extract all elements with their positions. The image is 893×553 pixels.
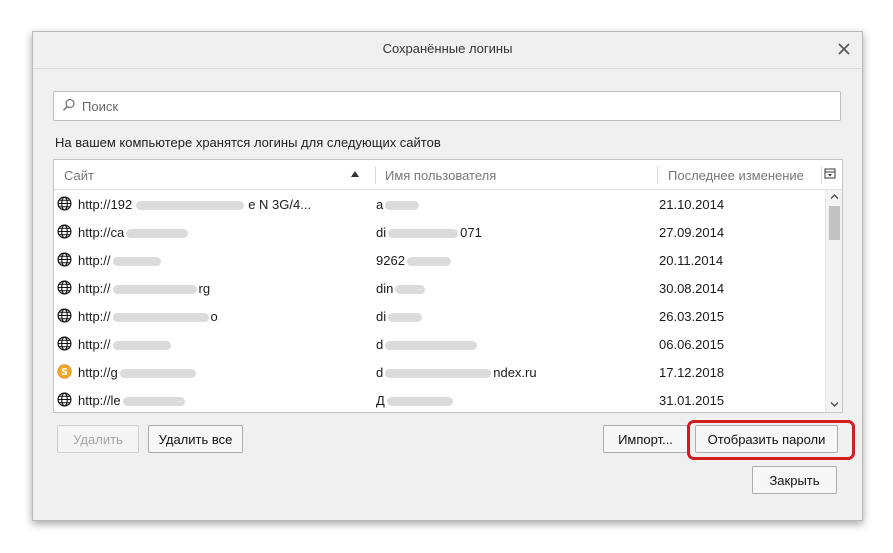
- column-header-last-changed[interactable]: Последнее изменение: [668, 160, 804, 189]
- globe-icon: [57, 224, 72, 239]
- close-icon[interactable]: [834, 39, 854, 59]
- globe-icon: [57, 196, 72, 211]
- last-changed-date: 30.08.2014: [659, 281, 725, 296]
- title-bar: Сохранённые логины: [33, 32, 862, 69]
- site-url: http://g: [78, 365, 196, 380]
- delete-button[interactable]: Удалить: [57, 425, 139, 453]
- username: di 071: [376, 225, 482, 240]
- last-changed-date: 06.06.2015: [659, 337, 725, 352]
- globe-icon: [57, 336, 72, 351]
- last-changed-date: 27.09.2014: [659, 225, 725, 240]
- column-divider: [821, 166, 822, 184]
- username: 9262: [376, 253, 451, 268]
- site-url: http://: [78, 253, 161, 268]
- table-row[interactable]: http://le Д 31.01.2015: [54, 386, 825, 412]
- table-row[interactable]: http:// d 06.06.2015: [54, 330, 825, 358]
- dialog-title: Сохранённые логины: [382, 41, 513, 56]
- search-field[interactable]: [53, 91, 841, 121]
- username: d ndex.ru: [376, 365, 537, 380]
- search-icon: [62, 98, 75, 111]
- globe-icon: [57, 252, 72, 267]
- svg-text:S: S: [61, 367, 68, 378]
- table-row[interactable]: http:// 9262 20.11.2014: [54, 246, 825, 274]
- import-button[interactable]: Импорт...: [603, 425, 688, 453]
- table-row[interactable]: S http://g d ndex.ru 17.12.2018: [54, 358, 825, 386]
- table-body: http://192 e N 3G/4... a 21.10.2014 http:…: [54, 190, 825, 412]
- table-row[interactable]: http://192 e N 3G/4... a 21.10.2014: [54, 190, 825, 218]
- last-changed-date: 26.03.2015: [659, 309, 725, 324]
- delete-all-button[interactable]: Удалить все: [148, 425, 243, 453]
- vertical-scrollbar[interactable]: [825, 190, 842, 412]
- site-url: http://le: [78, 393, 185, 408]
- chevron-up-icon[interactable]: [830, 192, 839, 201]
- globe-icon: [57, 392, 72, 407]
- table-row[interactable]: http://o di 26.03.2015: [54, 302, 825, 330]
- column-divider[interactable]: [375, 166, 376, 184]
- table-row[interactable]: http://rg din 30.08.2014: [54, 274, 825, 302]
- username: a: [376, 197, 420, 212]
- column-divider[interactable]: [657, 166, 658, 184]
- globe-icon: [57, 280, 72, 295]
- logins-description: На вашем компьютере хранятся логины для …: [55, 135, 441, 150]
- chevron-down-icon[interactable]: [830, 400, 839, 409]
- table-row[interactable]: http://ca di 071 27.09.2014: [54, 218, 825, 246]
- last-changed-date: 17.12.2018: [659, 365, 725, 380]
- yandex-icon: S: [57, 364, 72, 379]
- username: Д: [376, 393, 453, 408]
- site-url: http://rg: [78, 281, 211, 296]
- close-button[interactable]: Закрыть: [752, 466, 837, 494]
- search-input[interactable]: [80, 95, 824, 117]
- site-url: http://ca: [78, 225, 189, 240]
- username: d: [376, 337, 478, 352]
- column-picker-icon[interactable]: [824, 168, 836, 180]
- username: di: [376, 309, 423, 324]
- last-changed-date: 21.10.2014: [659, 197, 725, 212]
- highlight-frame: [687, 420, 855, 460]
- scrollbar-thumb[interactable]: [829, 206, 840, 240]
- column-header-site[interactable]: Сайт: [64, 160, 94, 189]
- table-header: Сайт Имя пользователя Последнее изменени…: [54, 160, 842, 190]
- sort-ascending-icon: [351, 171, 359, 177]
- site-url: http://: [78, 337, 171, 352]
- site-url: http://192 e N 3G/4...: [78, 197, 312, 212]
- globe-icon: [57, 308, 72, 323]
- column-header-username[interactable]: Имя пользователя: [385, 160, 496, 189]
- saved-logins-dialog: Сохранённые логины На вашем компьютере х…: [32, 31, 863, 521]
- logins-table: Сайт Имя пользователя Последнее изменени…: [53, 159, 843, 413]
- last-changed-date: 31.01.2015: [659, 393, 725, 408]
- last-changed-date: 20.11.2014: [659, 253, 724, 268]
- site-url: http://o: [78, 309, 218, 324]
- username: din: [376, 281, 426, 296]
